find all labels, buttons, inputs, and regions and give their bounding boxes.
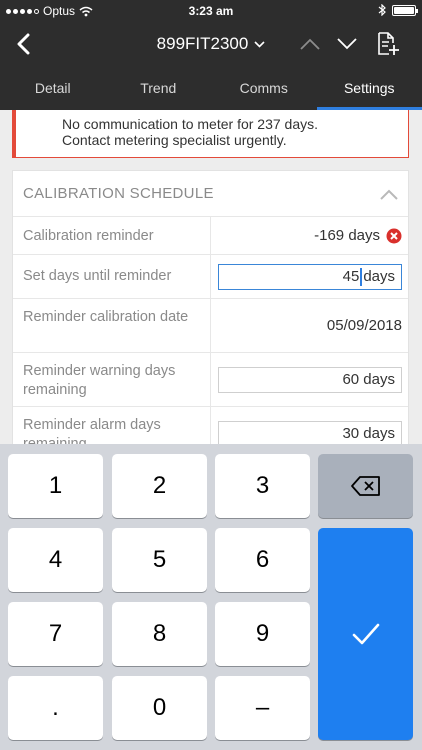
section-title: CALIBRATION SCHEDULE (23, 185, 214, 202)
reminder-date-row: Reminder calibration date 05/09/2018 (13, 299, 408, 353)
done-key[interactable] (318, 528, 413, 740)
error-icon (386, 228, 402, 243)
set-days-value: 45 days (211, 255, 408, 298)
key-5[interactable]: 5 (112, 528, 207, 592)
alert-line-1: No communication to meter for 237 days. (62, 116, 319, 132)
key-7[interactable]: 7 (8, 602, 103, 666)
checkmark-icon (352, 623, 379, 645)
status-icons (378, 4, 418, 16)
chevron-down-icon (337, 38, 357, 50)
calibration-reminder-label: Calibration reminder (13, 217, 211, 254)
collapse-button[interactable] (378, 183, 400, 205)
warning-days-label: Reminder warning days remaining (13, 353, 211, 406)
warning-days-row: Reminder warning days remaining 60 days (13, 353, 408, 407)
bluetooth-icon (378, 4, 386, 16)
text-caret (360, 267, 363, 286)
numeric-keypad: 1 2 3 4 5 6 7 8 9 . 0 – (0, 444, 422, 750)
chevron-down-icon (254, 40, 265, 48)
set-days-input-unit: days (363, 268, 395, 285)
chevron-up-icon (300, 38, 320, 50)
status-bar: Optus 3:23 am (0, 0, 422, 22)
settings-content[interactable]: No communication to meter for 237 days. … (0, 110, 422, 444)
reminder-date-label: Reminder calibration date (13, 299, 211, 352)
key-decimal[interactable]: . (8, 676, 103, 740)
key-2[interactable]: 2 (112, 454, 207, 518)
chevron-up-icon (380, 189, 398, 200)
backspace-key[interactable] (318, 454, 413, 518)
key-4[interactable]: 4 (8, 528, 103, 592)
set-days-label: Set days until reminder (13, 255, 211, 298)
key-8[interactable]: 8 (112, 602, 207, 666)
calibration-reminder-value: -169 days (211, 217, 408, 254)
page-title: 899FIT2300 (156, 34, 249, 53)
set-days-input[interactable]: 45 days (218, 263, 402, 290)
tab-detail[interactable]: Detail (0, 66, 106, 110)
calibration-reminder-text: -169 days (314, 227, 380, 244)
calibration-schedule-section: CALIBRATION SCHEDULE Calibration reminde… (12, 170, 409, 444)
tab-settings[interactable]: Settings (316, 66, 422, 110)
next-meter-button[interactable] (333, 30, 361, 58)
key-3[interactable]: 3 (215, 454, 310, 518)
calibration-schedule-header[interactable]: CALIBRATION SCHEDULE (13, 171, 408, 217)
set-days-input-number: 45 (342, 268, 360, 285)
reminder-date-value: 05/09/2018 (326, 317, 402, 334)
clock: 3:23 am (188, 4, 234, 18)
key-6[interactable]: 6 (215, 528, 310, 592)
key-0[interactable]: 0 (112, 676, 207, 740)
tab-trend[interactable]: Trend (106, 66, 212, 110)
warning-days-input[interactable]: 60 days (218, 366, 402, 393)
set-days-row: Set days until reminder 45 days (13, 255, 408, 299)
calibration-reminder-row: Calibration reminder -169 days (13, 217, 408, 255)
tab-comms[interactable]: Comms (211, 66, 317, 110)
alarm-days-row: Reminder alarm days remaining 30 days (13, 407, 408, 444)
alarm-days-label: Reminder alarm days remaining (13, 407, 211, 444)
warning-days-value: 60 days (211, 353, 408, 406)
alarm-days-value: 30 days (211, 407, 408, 444)
backspace-icon (350, 476, 380, 496)
alarm-days-input[interactable]: 30 days (218, 420, 402, 444)
key-9[interactable]: 9 (215, 602, 310, 666)
key-1[interactable]: 1 (8, 454, 103, 518)
battery-icon (392, 4, 418, 16)
alert-line-2: Contact metering specialist urgently. (62, 132, 287, 148)
previous-meter-button[interactable] (296, 30, 324, 58)
document-add-icon (378, 32, 399, 55)
navigation-bar: 899FIT2300 (0, 22, 422, 66)
communication-alert: No communication to meter for 237 days. … (12, 110, 409, 158)
add-note-button[interactable] (375, 29, 401, 59)
key-minus[interactable]: – (215, 676, 310, 740)
tab-bar: Detail Trend Comms Settings (0, 66, 422, 110)
